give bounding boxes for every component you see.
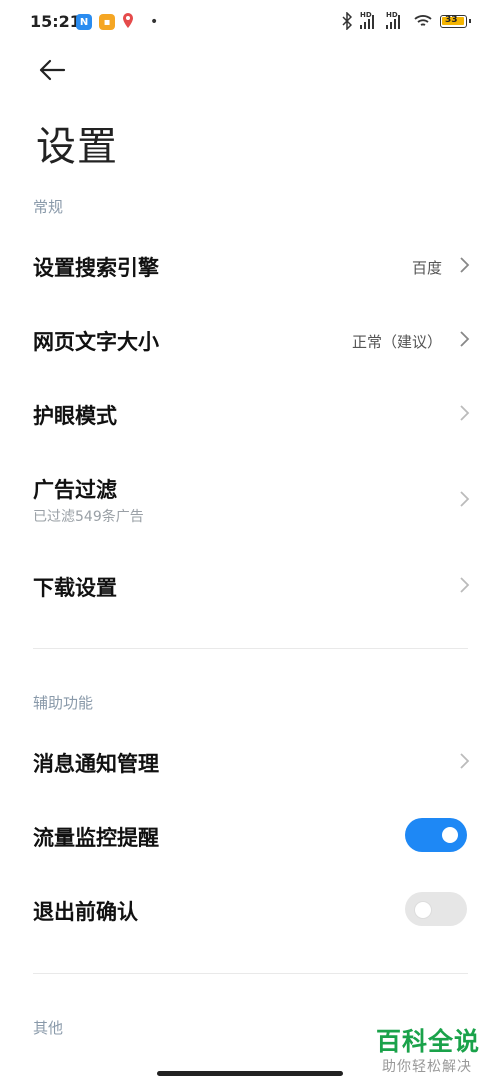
chevron-right-icon: [460, 331, 470, 347]
row-value: 百度: [411, 259, 442, 277]
traffic-monitor-row: 流量监控提醒: [0, 800, 500, 870]
watermark-slogan: 助你轻松解决: [382, 1059, 472, 1075]
ad-filter-row[interactable]: 广告过滤 已过滤549条广告: [0, 462, 500, 538]
battery-icon: 33: [440, 15, 471, 28]
chevron-right-icon: [460, 405, 470, 421]
chevron-right-icon: [460, 491, 470, 507]
bluetooth-icon: [342, 11, 353, 34]
hd-label: HD: [386, 11, 398, 19]
hd-label: HD: [360, 11, 372, 19]
row-label: 下载设置: [33, 576, 117, 600]
back-arrow-icon: [39, 59, 66, 81]
back-button[interactable]: [36, 54, 72, 90]
row-label: 设置搜索引擎: [33, 256, 159, 280]
section-accessibility-header: 辅助功能: [33, 694, 94, 712]
chevron-right-icon: [460, 257, 470, 273]
status-bar: 15:21 N ▪ • HD HD 33: [0, 0, 500, 46]
eye-care-row[interactable]: 护眼模式: [0, 378, 500, 448]
font-size-row[interactable]: 网页文字大小 正常（建议）: [0, 304, 500, 374]
orange-app-icon: ▪: [99, 14, 115, 30]
row-label: 护眼模式: [33, 404, 117, 428]
row-label: 流量监控提醒: [33, 826, 159, 850]
exit-confirm-row: 退出前确认: [0, 874, 500, 944]
row-label: 退出前确认: [33, 900, 138, 924]
status-dot: •: [150, 14, 159, 30]
divider: [33, 648, 468, 649]
row-label: 网页文字大小: [33, 330, 159, 354]
watermark-logo: 百科全说: [376, 1027, 481, 1056]
signal-icon: HD: [386, 11, 400, 29]
row-label: 消息通知管理: [33, 752, 159, 776]
section-other-header: 其他: [33, 1019, 64, 1037]
row-label: 广告过滤: [33, 478, 117, 502]
download-settings-row[interactable]: 下载设置: [0, 550, 500, 620]
row-sub: 已过滤549条广告: [33, 509, 144, 525]
status-time: 15:21: [30, 12, 81, 31]
location-pin-icon: [122, 12, 134, 34]
wifi-icon: [414, 13, 432, 29]
battery-level: 33: [445, 15, 458, 25]
divider: [33, 973, 468, 974]
search-engine-row[interactable]: 设置搜索引擎 百度: [0, 230, 500, 300]
home-indicator[interactable]: [157, 1071, 343, 1076]
row-value: 正常（建议）: [351, 333, 442, 351]
signal-icon: HD: [360, 11, 374, 29]
chevron-right-icon: [460, 753, 470, 769]
n-app-icon: N: [76, 14, 92, 30]
page-title: 设置: [36, 124, 118, 170]
exit-confirm-toggle[interactable]: [405, 892, 467, 926]
section-general-header: 常规: [33, 198, 64, 216]
chevron-right-icon: [460, 577, 470, 593]
traffic-monitor-toggle[interactable]: [405, 818, 467, 852]
notification-management-row[interactable]: 消息通知管理: [0, 726, 500, 796]
